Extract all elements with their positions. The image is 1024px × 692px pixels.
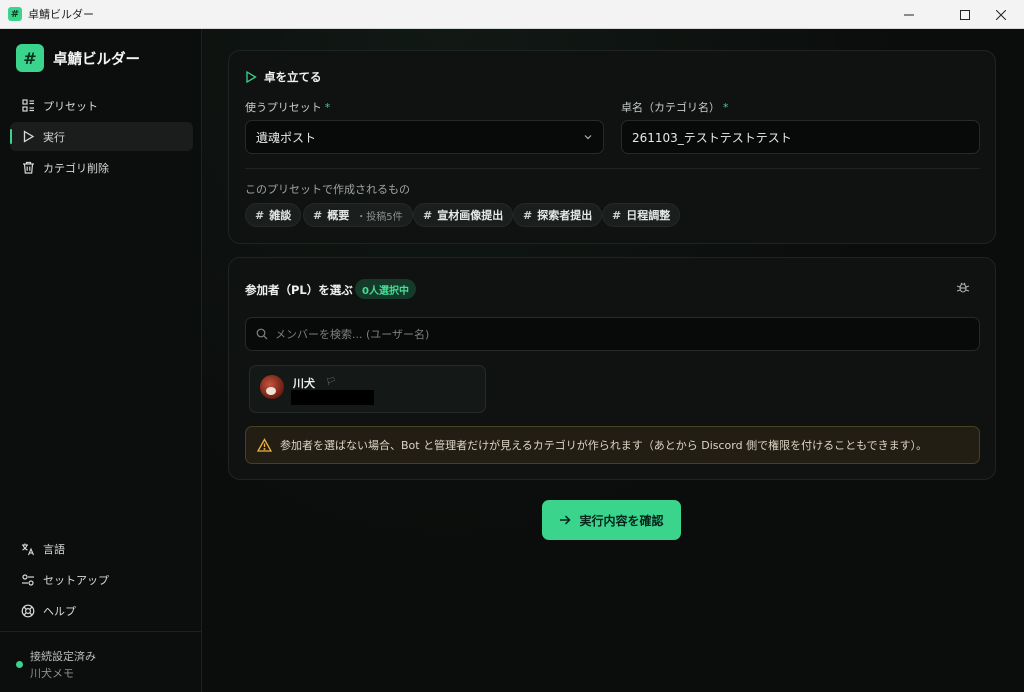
- sidebar-item-label: ヘルプ: [43, 604, 76, 618]
- sidebar-item-label: プリセット: [43, 99, 98, 113]
- app-icon: #: [8, 7, 22, 21]
- avatar: [260, 375, 284, 399]
- status-user: 川犬メモ: [30, 667, 74, 680]
- close-icon: [996, 9, 1006, 20]
- channel-name: 概要: [327, 209, 350, 222]
- preset-label: 使うプリセット *: [245, 99, 330, 115]
- setup-card-title-text: 卓を立てる: [264, 70, 322, 84]
- channel-name: 宣材画像提出: [437, 209, 504, 222]
- search-icon: [256, 328, 268, 340]
- bug-icon: [956, 282, 970, 293]
- category-name-label-text: 卓名（カテゴリ名）: [621, 101, 720, 114]
- main-content: 卓を立てる 使うプリセット * 遺魂ポスト 卓名（カテゴリ名） * 261103_テ…: [202, 29, 1024, 692]
- play-icon: [21, 130, 35, 144]
- channel-chip-tansakusha: # 探索者提出: [513, 203, 603, 227]
- warning-banner: 参加者を選ばない場合、Bot と管理者だけが見えるカテゴリが作られます（あとから…: [245, 426, 980, 464]
- sidebar-item-language[interactable]: 言語: [10, 534, 193, 563]
- window-title: 卓鯖ビルダー: [28, 8, 94, 21]
- brand-hash-icon: #: [16, 44, 44, 72]
- sidebar-item-label: 実行: [43, 130, 65, 144]
- selected-count-badge: 0人選択中: [355, 279, 416, 299]
- sidebar-item-presets[interactable]: プリセット: [10, 91, 193, 120]
- sidebar-item-label: 言語: [43, 542, 65, 556]
- member-search-input[interactable]: メンバーを検索... (ユーザー名): [245, 317, 980, 351]
- member-card[interactable]: 川犬 🏳: [249, 365, 486, 413]
- hash-icon: #: [523, 208, 533, 222]
- sidebar-item-label: セットアップ: [43, 573, 109, 587]
- warning-icon: [257, 437, 272, 452]
- channel-chip-nittei: # 日程調整: [602, 203, 681, 227]
- setup-card-title: 卓を立てる: [245, 69, 322, 85]
- member-name: 川犬: [293, 377, 315, 390]
- redacted-username: [291, 390, 374, 405]
- trash-icon: [21, 161, 35, 175]
- brand[interactable]: # 卓鯖ビルダー: [16, 44, 140, 72]
- channel-name: 探索者提出: [537, 209, 593, 222]
- setup-card: 卓を立てる 使うプリセット * 遺魂ポスト 卓名（カテゴリ名） * 261103_テ…: [228, 50, 996, 244]
- confirm-run-label: 実行内容を確認: [579, 513, 664, 528]
- participants-title: 参加者（PL）を選ぶ: [245, 283, 353, 297]
- bug-icon-button[interactable]: [956, 280, 970, 297]
- sidebar-item-setup[interactable]: セットアップ: [10, 565, 193, 594]
- arrow-right-icon: [560, 515, 572, 525]
- status-text: 接続設定済み: [30, 650, 96, 663]
- lifebuoy-icon: [21, 604, 35, 618]
- sidebar-item-help[interactable]: ヘルプ: [10, 596, 193, 625]
- translate-icon: [21, 542, 35, 556]
- connection-status: 接続設定済み 川犬メモ: [0, 631, 201, 692]
- required-mark: *: [723, 101, 729, 114]
- sidebar-item-delete-category[interactable]: カテゴリ削除: [10, 153, 193, 182]
- hash-icon: #: [423, 208, 433, 222]
- sidebar-item-run[interactable]: 実行: [10, 122, 193, 151]
- sidebar-item-label: カテゴリ削除: [43, 161, 109, 175]
- hash-icon: #: [313, 208, 323, 222]
- category-name-value: 261103_テストテストテスト: [632, 130, 792, 145]
- divider: [245, 168, 980, 169]
- hash-icon: #: [255, 208, 265, 222]
- grid-list-icon: [21, 99, 35, 113]
- chevron-down-icon: [584, 135, 592, 140]
- search-placeholder: メンバーを検索... (ユーザー名): [275, 328, 430, 341]
- warning-text: 参加者を選ばない場合、Bot と管理者だけが見えるカテゴリが作られます（あとから…: [280, 439, 928, 452]
- channel-name: 日程調整: [626, 209, 671, 222]
- play-icon: [246, 71, 257, 83]
- sidebar: # 卓鯖ビルダー プリセット 実行 カテゴリ削除 言語 セットアップ ヘルプ 接…: [0, 29, 202, 692]
- minimize-icon: [904, 14, 914, 15]
- preset-select[interactable]: 遺魂ポスト: [245, 120, 604, 154]
- minimize-button[interactable]: [886, 0, 932, 29]
- channel-name: 雑談: [269, 209, 292, 222]
- channel-chip-senzai: # 宣材画像提出: [413, 203, 514, 227]
- status-dot-icon: [16, 661, 23, 668]
- hash-icon: #: [612, 208, 622, 222]
- category-name-label: 卓名（カテゴリ名） *: [621, 99, 729, 115]
- channel-chip-zatsudan: # 雑談: [245, 203, 302, 227]
- preset-label-text: 使うプリセット: [245, 101, 322, 114]
- settings-sliders-icon: [21, 573, 35, 587]
- channel-chip-gaiyou: # 概要 ・投稿5件: [303, 203, 413, 227]
- confirm-run-button[interactable]: 実行内容を確認: [542, 500, 681, 540]
- brand-name: 卓鯖ビルダー: [53, 51, 140, 68]
- maximize-icon: [960, 9, 970, 20]
- member-flag-icon: 🏳: [326, 377, 337, 386]
- category-name-input[interactable]: 261103_テストテストテスト: [621, 120, 980, 154]
- close-button[interactable]: [978, 0, 1024, 29]
- required-mark: *: [324, 101, 331, 114]
- channel-sub: ・投稿5件: [356, 211, 403, 223]
- participants-card: 参加者（PL）を選ぶ 0人選択中 メンバーを検索... (ユーザー名) 川犬 🏳…: [228, 257, 996, 480]
- window-titlebar: # 卓鯖ビルダー: [0, 0, 1024, 29]
- preset-select-value: 遺魂ポスト: [256, 130, 317, 145]
- creates-label: このプリセットで作成されるもの: [245, 183, 410, 196]
